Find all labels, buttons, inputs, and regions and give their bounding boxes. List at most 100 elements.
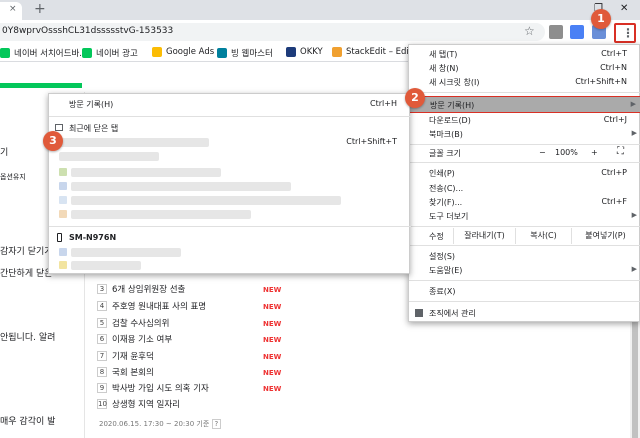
menu-item-exit[interactable]: 종료(X): [409, 283, 640, 299]
menu-shortcut: Ctrl+Shift+N: [575, 77, 627, 86]
bookmark-item[interactable]: Google Ads: [152, 47, 214, 57]
zoom-level: 100%: [555, 148, 578, 157]
blurred-entry: [59, 138, 209, 147]
help-icon[interactable]: ?: [211, 419, 222, 429]
page-snippet[interactable]: 감자기 닫기가: [0, 244, 53, 257]
page-snippet[interactable]: 매우 감각이 발: [0, 414, 55, 427]
menu-label: 조직에서 관리: [429, 309, 476, 318]
menu-shortcut: Ctrl+P: [601, 168, 627, 177]
menu-item-managed[interactable]: 조직에서 관리: [409, 305, 640, 321]
close-tab-icon[interactable]: ×: [9, 4, 17, 14]
page-snippet[interactable]: 간단하게 닫은: [0, 266, 53, 279]
step-badge-3: 3: [43, 131, 63, 151]
new-badge: NEW: [263, 320, 282, 328]
rank-number: 10: [97, 399, 107, 409]
menu-label: SM-N976N: [69, 233, 117, 242]
menu-item-incognito[interactable]: 새 시크릿 창(I) Ctrl+Shift+N: [409, 74, 640, 90]
new-tab-button[interactable]: +: [34, 2, 46, 16]
blurred-entry[interactable]: [59, 152, 159, 161]
bing-icon: [217, 48, 227, 58]
menu-separator: [49, 116, 411, 117]
copy-button[interactable]: 복사(C): [515, 228, 571, 244]
blurred-entry[interactable]: [71, 168, 221, 177]
page-snippet[interactable]: 안됩니다. 알려: [0, 330, 55, 343]
menu-item-history[interactable]: 방문 기록(H) ▶: [409, 96, 640, 113]
zoom-out-button[interactable]: −: [539, 148, 546, 157]
bookmark-item[interactable]: OKKY: [286, 47, 323, 57]
blurred-entry[interactable]: [71, 210, 251, 219]
rank-text: 상생형 지역 일자리: [112, 400, 180, 410]
more-vert-icon: ⋮: [622, 26, 634, 40]
menu-label: 방문 기록(H): [69, 100, 114, 109]
rank-number: 4: [97, 301, 107, 311]
ranking-item[interactable]: 9 박사방 가입 시도 의혹 기자: [97, 382, 209, 394]
bookmark-label: 네이버 서치어드바...: [14, 49, 88, 59]
translate-extension-icon[interactable]: [570, 25, 584, 39]
ranking-item[interactable]: 4 주호영 원내대표 사의 표명: [97, 300, 206, 312]
favicon-icon: [59, 210, 67, 218]
rank-number: 3: [97, 284, 107, 294]
bookmark-item[interactable]: 네이버 광고: [82, 47, 138, 59]
timestamp-text: 2020.06.15. 17:30 ~ 20:30 기준: [99, 420, 210, 428]
url-text: 0Y8wprvOssshCL31dssssstvG-153533: [2, 26, 174, 36]
menu-label: 새 시크릿 창(I): [429, 78, 480, 87]
zoom-in-button[interactable]: +: [591, 148, 598, 157]
menu-item-more-tools[interactable]: 도구 더보기 ▶: [409, 208, 640, 224]
ranking-item[interactable]: 8 국회 본회의: [97, 366, 154, 378]
paste-button[interactable]: 붙여넣기(P): [571, 228, 639, 244]
bookmark-item[interactable]: 빙 웹마스터: [217, 47, 273, 59]
fullscreen-icon[interactable]: ⛶: [617, 146, 624, 157]
menu-shortcut: Ctrl+N: [600, 63, 627, 72]
favicon-icon: [59, 182, 67, 190]
active-tab[interactable]: ×: [0, 2, 22, 20]
ranking-item[interactable]: 3 6개 상임위원장 선출: [97, 283, 185, 295]
page-snippet: 기: [0, 148, 9, 158]
new-badge: NEW: [263, 353, 282, 361]
menu-separator: [409, 226, 640, 227]
naver-icon: [82, 48, 92, 58]
submenu-device-header: SM-N976N: [49, 230, 411, 246]
phone-icon: [57, 233, 62, 242]
submenu-item-history[interactable]: 방문 기록(H) Ctrl+H: [49, 96, 411, 112]
bookmark-star-icon[interactable]: ☆: [524, 24, 535, 38]
new-badge: NEW: [263, 385, 282, 393]
menu-label: 설정(S): [429, 252, 456, 261]
blurred-entry[interactable]: [71, 248, 181, 257]
chrome-menu-button[interactable]: ⋮: [614, 23, 636, 43]
bookmark-label: OKKY: [300, 47, 323, 57]
stackedit-icon: [332, 47, 342, 57]
toolbar: 0Y8wprvOssshCL31dssssstvG-153533 ☆: [0, 20, 640, 44]
menu-item-bookmarks[interactable]: 북마크(B) ▶: [409, 126, 640, 142]
blurred-entry[interactable]: [71, 196, 341, 205]
menu-label: 최근에 닫은 탭: [69, 124, 119, 133]
menu-item-print[interactable]: 인쇄(P) Ctrl+P: [409, 165, 640, 181]
extension-puzzle-icon[interactable]: [549, 25, 563, 39]
menu-item-help[interactable]: 도움말(E) ▶: [409, 262, 640, 278]
ranking-item[interactable]: 6 이재용 기소 여부: [97, 333, 172, 345]
naver-green-bar: [0, 83, 82, 88]
menu-separator: [409, 280, 640, 281]
rank-number: 5: [97, 318, 107, 328]
bookmark-item[interactable]: 네이버 서치어드바...: [0, 47, 87, 59]
menu-label: 방문 기록(H): [430, 101, 475, 110]
new-badge: NEW: [263, 336, 282, 344]
bookmark-label: Google Ads: [166, 47, 215, 57]
favicon-icon: [59, 261, 67, 269]
step-badge-1: 1: [591, 9, 611, 29]
okky-icon: [286, 47, 296, 57]
submenu-recently-closed-entry[interactable]: Ctrl+Shift+T: [49, 134, 411, 150]
rank-number: 9: [97, 383, 107, 393]
window-close-button[interactable]: ✕: [620, 3, 628, 14]
ranking-item[interactable]: 7 기재 윤후덕: [97, 350, 154, 362]
menu-separator: [409, 301, 640, 302]
blurred-entry[interactable]: [71, 261, 141, 270]
blurred-entry[interactable]: [71, 182, 291, 191]
address-bar[interactable]: 0Y8wprvOssshCL31dssssstvG-153533 ☆: [0, 23, 545, 41]
menu-separator: [49, 226, 411, 227]
ranking-item[interactable]: 10 상생형 지역 일자리: [97, 398, 180, 410]
ranking-item[interactable]: 5 검찰 수사심의위: [97, 317, 169, 329]
cut-button[interactable]: 잘라내기(T): [453, 228, 515, 244]
menu-label: 새 탭(T): [429, 50, 458, 59]
menu-shortcut: Ctrl+F: [601, 197, 627, 206]
submenu-arrow-icon: ▶: [631, 129, 637, 137]
